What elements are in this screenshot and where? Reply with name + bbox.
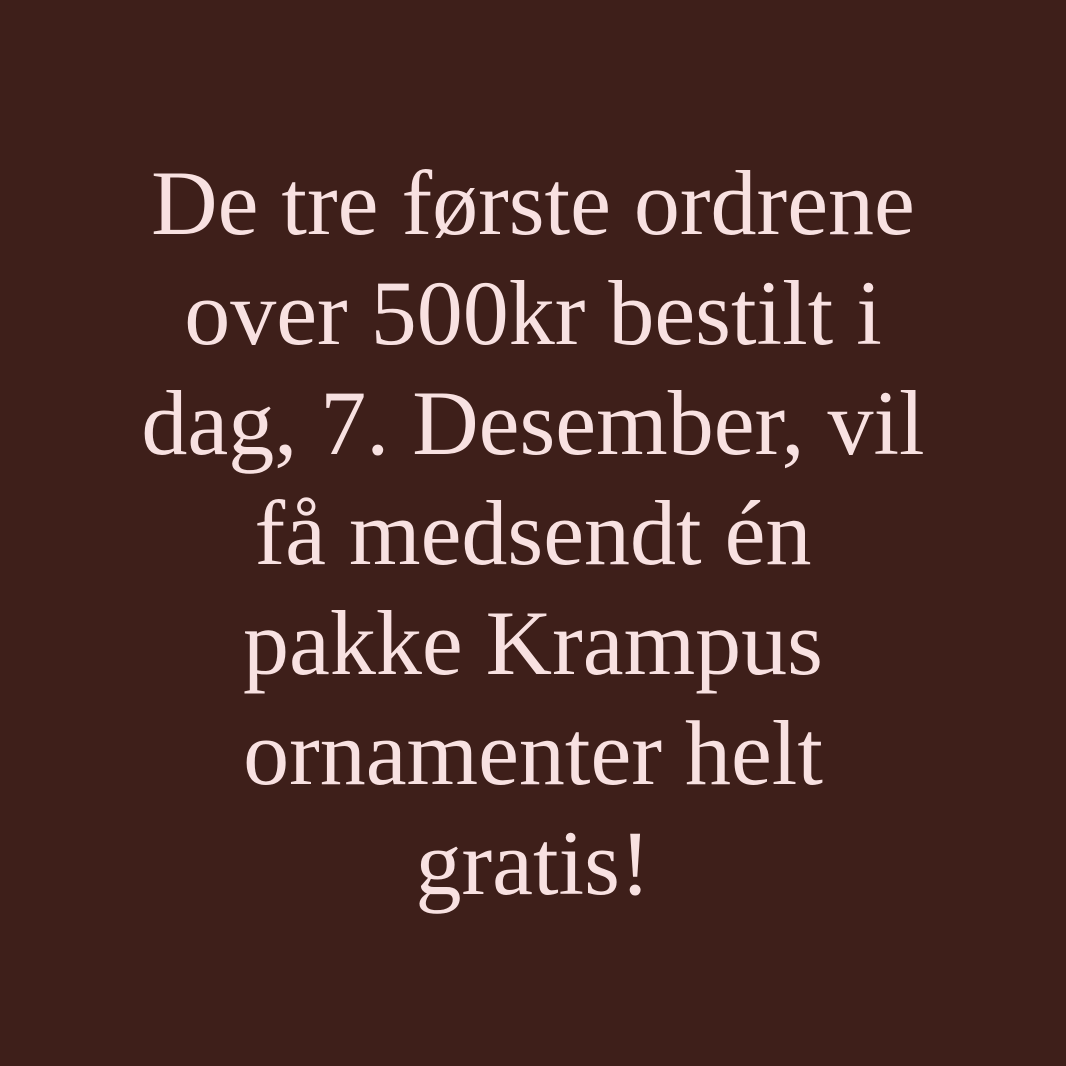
promo-line-5: pakke Krampus — [243, 592, 823, 694]
promo-card: De tre første ordrene over 500kr bestilt… — [0, 0, 1066, 1066]
promo-line-6: ornamenter helt — [243, 702, 823, 804]
promo-message: De tre første ordrene over 500kr bestilt… — [0, 148, 1066, 918]
promo-line-1: De tre første ordrene — [151, 152, 915, 254]
promo-line-4: få medsendt én — [254, 482, 812, 584]
promo-line-7: gratis! — [415, 812, 651, 914]
promo-line-2: over 500kr bestilt i — [184, 262, 882, 364]
promo-line-3: dag, 7. Desember, vil — [141, 372, 925, 474]
